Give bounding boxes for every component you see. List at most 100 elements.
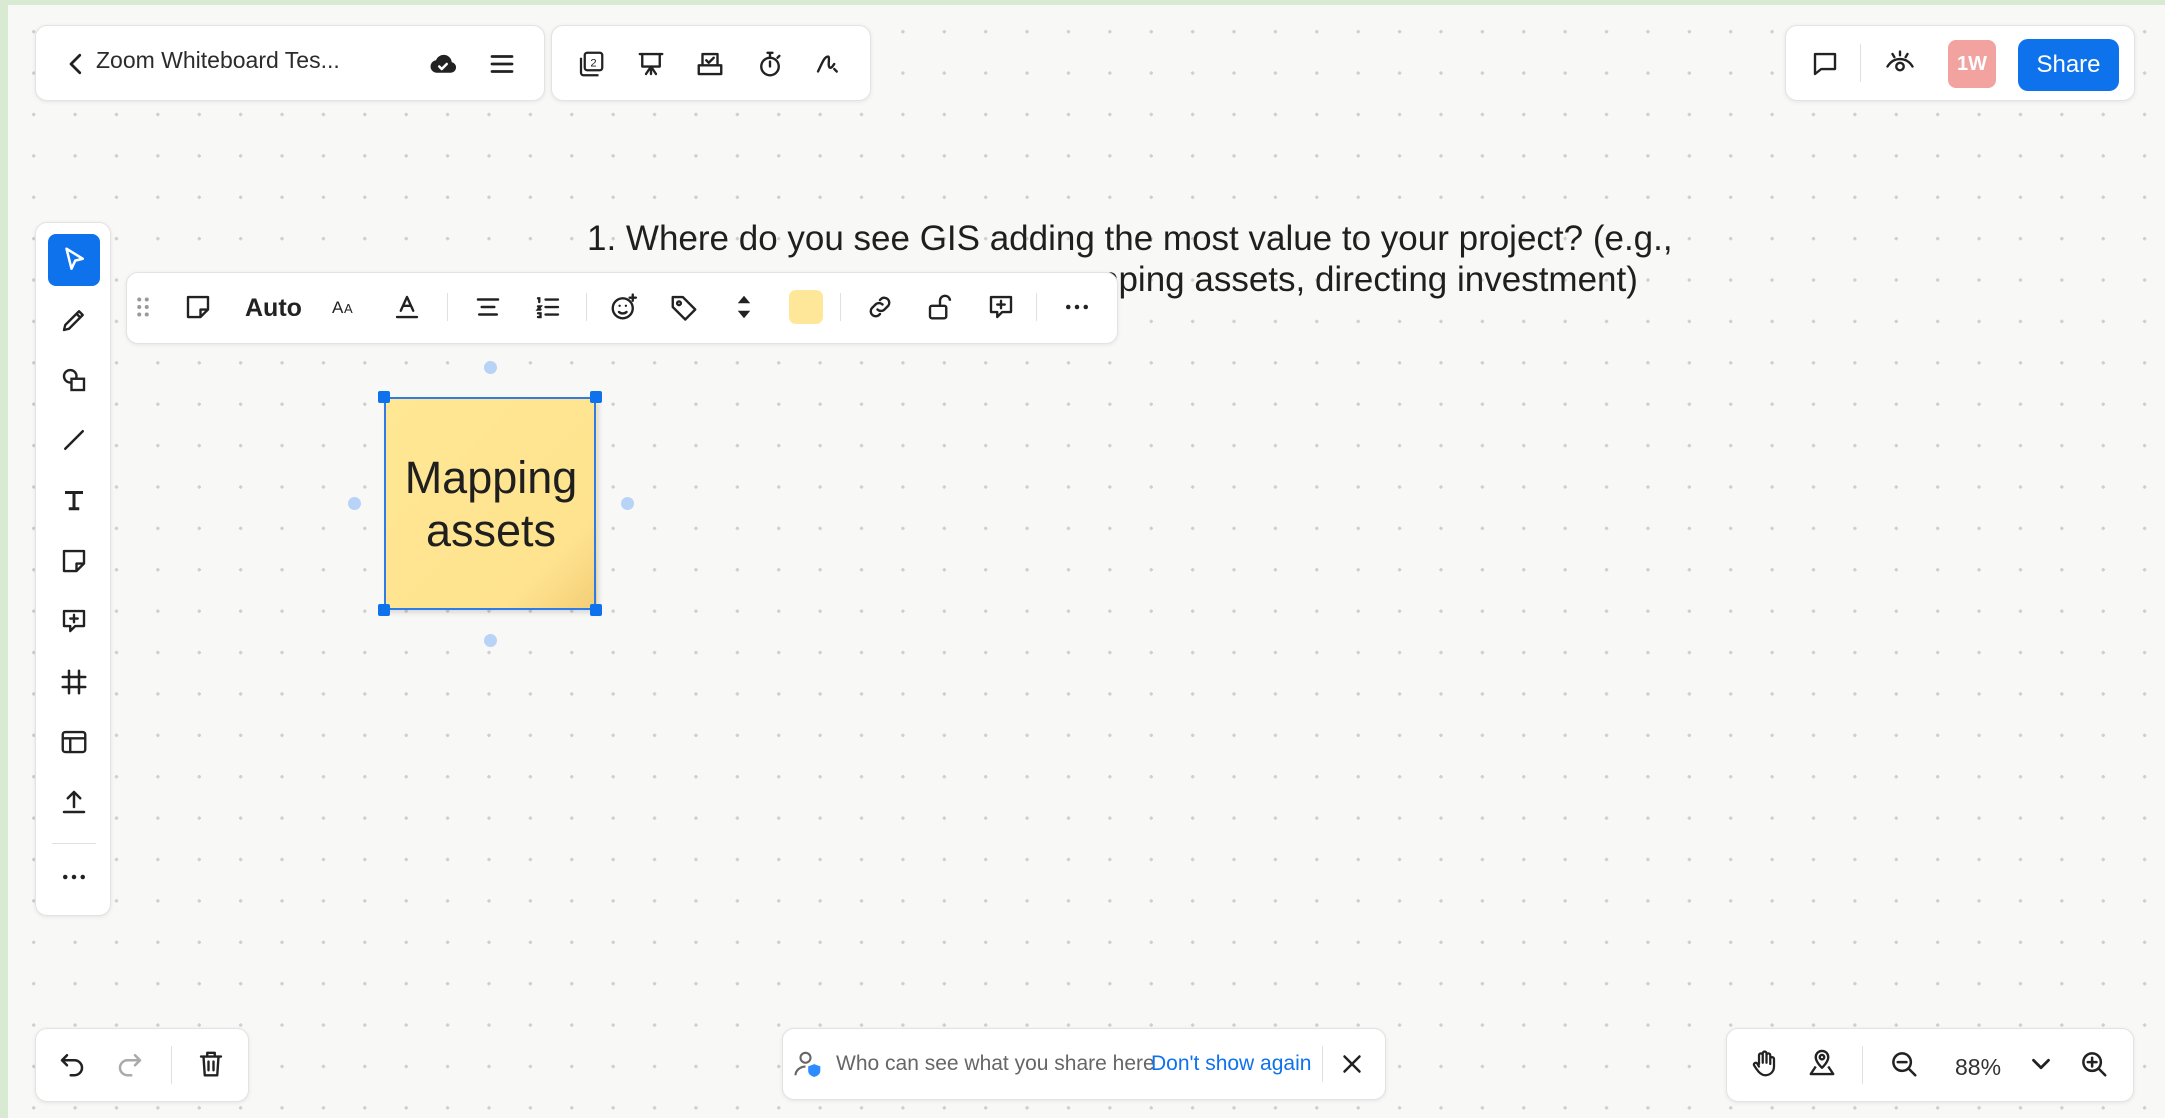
connector-dot-right[interactable] [621,497,634,510]
collab-divider [1860,44,1861,82]
pages-icon: 2 [579,51,604,77]
sticky-note-tool[interactable] [50,537,98,585]
redo-button[interactable] [106,1040,154,1088]
comment-tool[interactable] [50,597,98,645]
add-comment-icon [989,295,1013,319]
frame-hash-icon [61,669,87,695]
sticky-note-icon [186,295,210,319]
pan-tool-button[interactable] [1740,1040,1788,1088]
resize-handle-bottom-right[interactable] [590,604,602,616]
text-color-button[interactable] [383,283,431,331]
link-icon [869,296,891,318]
fill-color-swatch[interactable] [789,290,823,324]
laser-pointer-button[interactable] [804,40,852,88]
zoom-level: 88% [1955,1054,2002,1080]
back-button[interactable] [52,40,100,88]
zoom-in-icon [2082,1052,2107,1077]
whiteboard-canvas[interactable] [8,5,2165,1118]
templates-tool[interactable] [50,718,98,766]
dont-show-again-link[interactable]: Don't show again [1151,1052,1311,1076]
text-color-a-icon [395,295,419,319]
ballot-box-icon [697,52,723,76]
more-options-button[interactable] [1053,283,1101,331]
menu-button[interactable] [478,40,526,88]
numbered-list-icon [535,297,560,319]
chevron-down-icon [2032,1058,2050,1070]
cursor-arrow-icon [65,247,84,270]
undo-button[interactable] [48,1040,96,1088]
frame-tool[interactable] [50,658,98,706]
delete-button[interactable] [187,1040,235,1088]
share-button[interactable]: Share [2018,39,2119,91]
toolbar-divider [447,293,448,321]
toolbar-drag-handle[interactable] [128,283,158,331]
drag-grip-icon [137,297,149,317]
font-aa-icon: AA [332,298,353,317]
font-size-auto-button[interactable]: Auto [245,294,302,323]
lock-button[interactable] [916,283,964,331]
font-style-button[interactable]: AA [322,283,370,331]
resize-handle-bottom-left[interactable] [378,604,390,616]
list-button[interactable] [524,283,572,331]
upload-tool[interactable] [50,778,98,826]
close-icon [1343,1055,1361,1073]
close-notice-button[interactable] [1328,1040,1376,1088]
map-pin-icon [1809,1049,1835,1076]
resize-handle-top-left[interactable] [378,391,390,403]
redo-icon [118,1054,142,1077]
note-style-button[interactable] [174,283,222,331]
zoom-divider [1862,1046,1863,1084]
tag-button[interactable] [660,283,708,331]
svg-text:A: A [332,298,344,317]
share-notice-text: Who can see what you share here [836,1052,1155,1075]
follow-view-button[interactable] [1876,40,1924,88]
text-tool[interactable] [50,476,98,524]
comment-icon [1813,52,1837,76]
shapes-icon [62,368,86,392]
connector-dot-left[interactable] [348,497,361,510]
sidebar-divider [52,843,96,844]
vote-button[interactable] [686,40,734,88]
align-center-button[interactable] [464,283,512,331]
connector-dot-bottom[interactable] [484,634,497,647]
zoom-dropdown-button[interactable] [2022,1040,2060,1088]
more-tools-button[interactable] [50,853,98,901]
timer-button[interactable] [746,40,794,88]
locate-button[interactable] [1798,1040,1846,1088]
upload-icon [62,790,86,814]
pencil-icon [62,310,84,332]
cloud-saved-icon [430,54,457,73]
line-tool[interactable] [50,416,98,464]
link-button[interactable] [856,283,904,331]
toolbar-divider [840,293,841,321]
toolbar-divider [1036,293,1037,321]
align-center-icon [476,298,500,316]
zoom-out-button[interactable] [1880,1040,1928,1088]
svg-text:A: A [344,301,353,316]
emoji-add-icon [611,293,638,320]
template-layout-icon [61,730,87,754]
unlock-icon [928,294,952,320]
participant-avatar[interactable]: 1W [1948,40,1996,88]
add-comment-button[interactable] [977,283,1025,331]
cloud-status-button[interactable] [419,40,467,88]
stopwatch-icon [760,51,781,77]
more-dots-icon [1066,304,1088,310]
notice-divider [1322,1046,1323,1082]
select-tool[interactable] [48,234,100,286]
resize-handle-top-right[interactable] [590,391,602,403]
shapes-tool[interactable] [50,356,98,404]
connector-dot-top[interactable] [484,361,497,374]
pages-button[interactable]: 2 [567,40,615,88]
pen-tool[interactable] [50,296,98,344]
zoom-in-button[interactable] [2070,1040,2118,1088]
layer-order-button[interactable] [720,283,768,331]
board-title[interactable]: Zoom Whiteboard Tes... [96,47,406,74]
line-icon [64,430,84,450]
comments-button[interactable] [1801,40,1849,88]
chevron-left-icon [69,53,82,75]
add-reaction-button[interactable] [600,283,648,331]
trash-icon [199,1051,223,1077]
history-divider [171,1046,172,1084]
present-button[interactable] [627,40,675,88]
